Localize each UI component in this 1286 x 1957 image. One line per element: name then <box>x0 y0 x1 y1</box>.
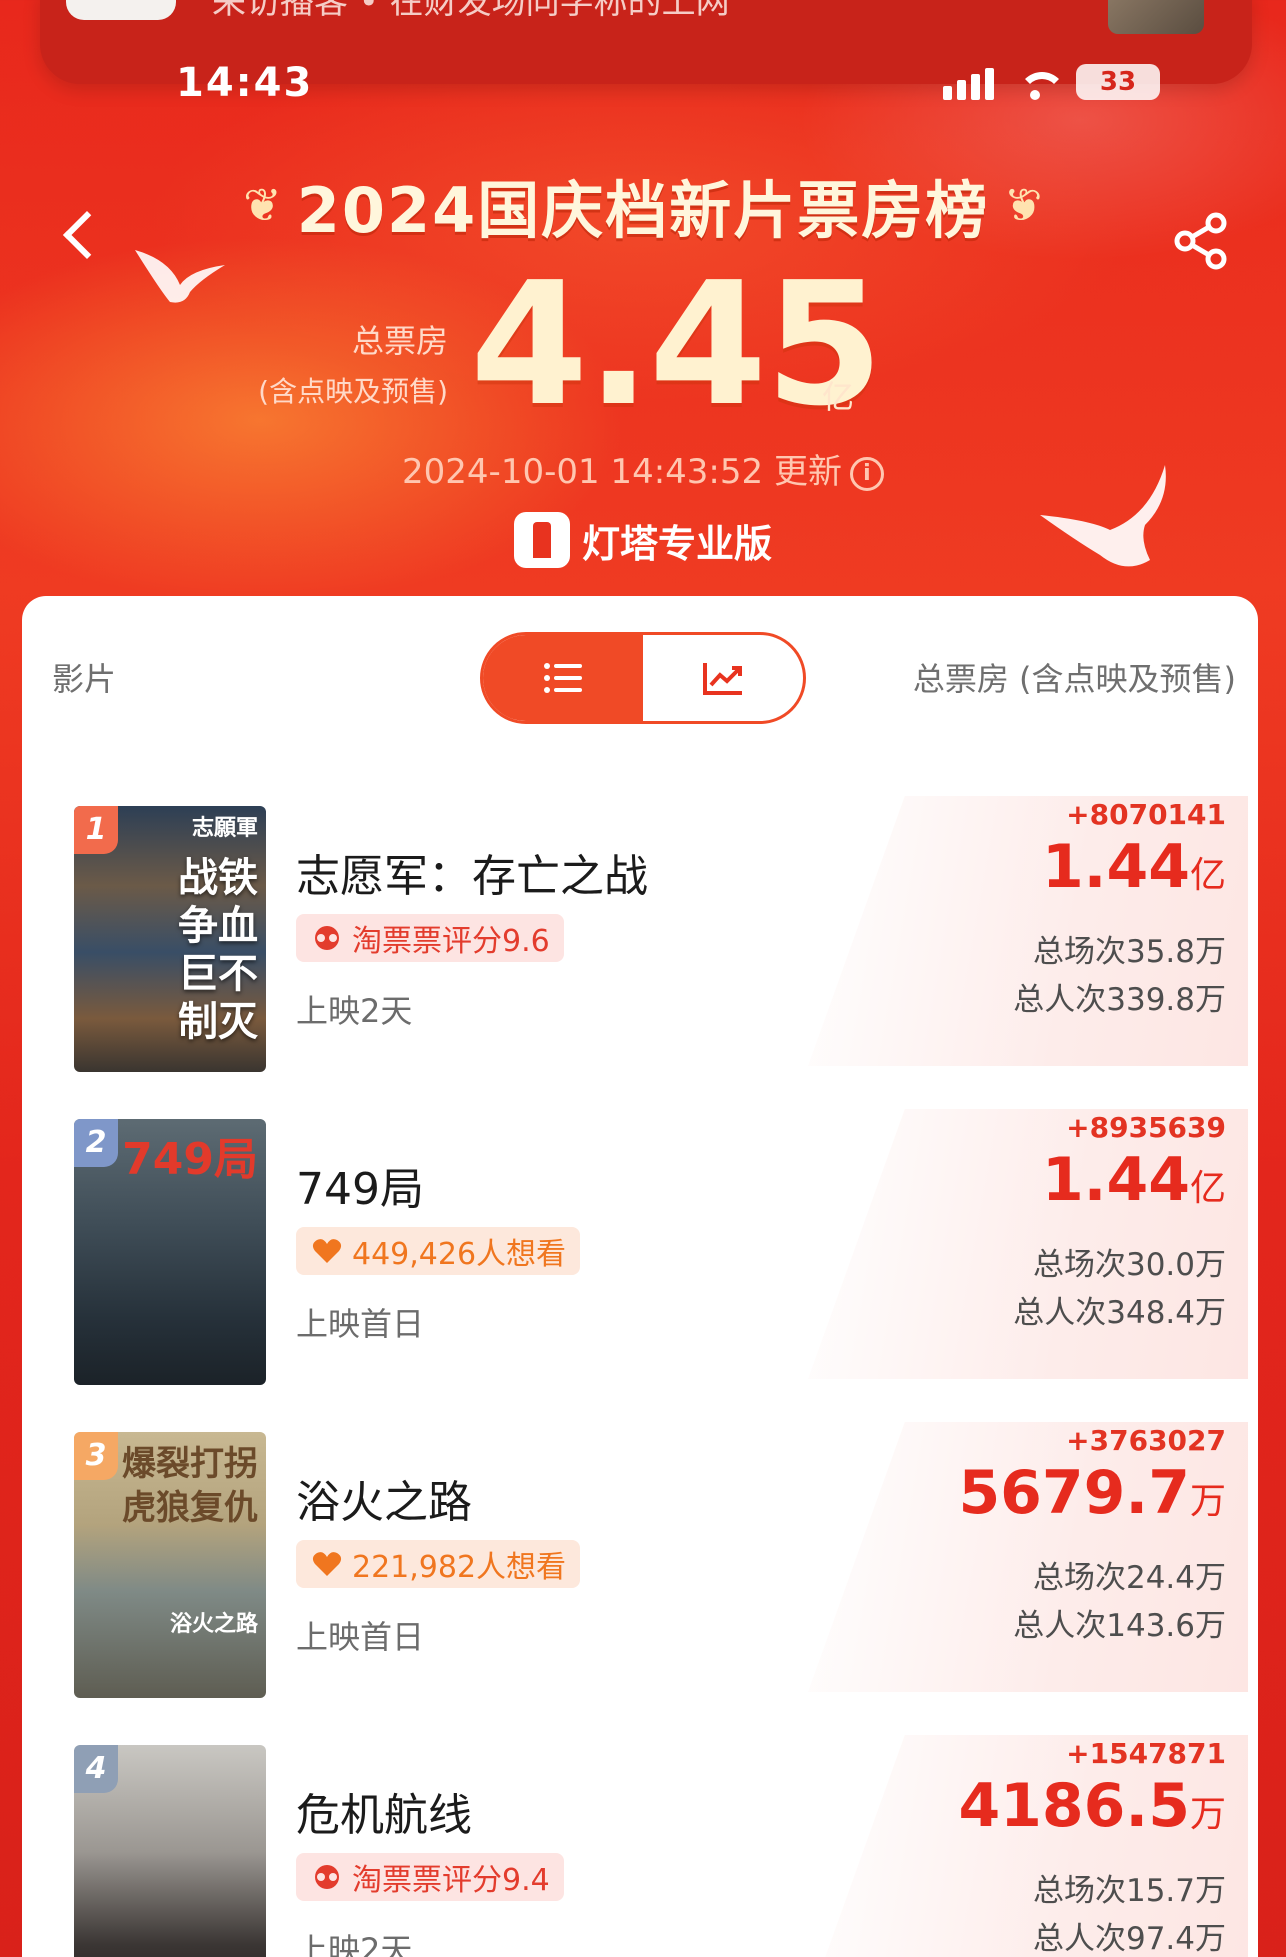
total-box-office-label: 总票房 (含点映及预售) <box>258 316 448 410</box>
movie-row[interactable]: 749局 2 749局 449,426人想看 上映首日 +8935639 1.4… <box>52 1109 1248 1385</box>
poster-text: 爆裂打拐 虎狼复仇 <box>122 1444 258 1528</box>
total-box-office-unit: 亿 <box>822 378 855 416</box>
view-toggle <box>480 632 806 724</box>
total-shows: 总场次30.0万 <box>1032 1247 1226 1283</box>
movie-tag: 淘票票评分9.6 <box>296 914 564 962</box>
realtime-increase: +1547871 <box>1066 1737 1226 1770</box>
info-icon[interactable]: i <box>849 456 884 491</box>
movie-tag: 221,982人想看 <box>296 1540 581 1588</box>
poster-logo: 志願軍 <box>191 816 258 841</box>
status-time: 14:43 <box>176 60 314 106</box>
movie-gross-value: 1.44 <box>1041 1145 1190 1215</box>
movie-gross: 1.44亿 <box>1042 832 1226 902</box>
movie-title[interactable]: 浴火之路 <box>296 1466 472 1530</box>
rank-badge: 4 <box>74 1745 118 1793</box>
release-days: 上映2天 <box>296 992 413 1030</box>
glasses-icon <box>315 1865 339 1889</box>
film-column-header: 影片 <box>52 660 117 698</box>
total-label: 总票房 <box>351 322 448 360</box>
poster-logo: 浴火之路 <box>169 1612 258 1637</box>
total-shows: 总场次35.8万 <box>1032 934 1226 970</box>
heart-icon <box>312 1239 342 1263</box>
movie-gross: 5679.7万 <box>958 1458 1226 1528</box>
laurel-right-icon: ❦ <box>1004 178 1043 232</box>
total-admissions: 总人次143.6万 <box>1013 1608 1226 1644</box>
movie-gross-unit: 亿 <box>1189 855 1226 896</box>
movie-title[interactable]: 749局 <box>296 1153 424 1217</box>
total-sublabel: (含点映及预售) <box>258 375 448 408</box>
movie-poster[interactable]: 749局 2 <box>74 1119 266 1385</box>
realtime-increase: +8935639 <box>1066 1111 1226 1144</box>
movie-row[interactable]: 爆裂打拐 虎狼复仇 浴火之路 3 浴火之路 221,982人想看 上映首日 +3… <box>52 1422 1248 1698</box>
list-icon <box>544 663 582 693</box>
list-view-button[interactable] <box>483 635 643 721</box>
movie-gross-value: 1.44 <box>1041 832 1190 902</box>
movie-gross: 4186.5万 <box>958 1771 1226 1841</box>
rank-badge: 3 <box>74 1432 118 1480</box>
rank-badge: 1 <box>74 806 118 854</box>
laurel-left-icon: ❦ <box>243 178 282 232</box>
total-shows: 总场次24.4万 <box>1032 1560 1226 1596</box>
total-shows: 总场次15.7万 <box>1032 1873 1226 1909</box>
movie-row[interactable]: 战铁 争血 巨不 制灭 志願軍 1 志愿军：存亡之战 淘票票评分9.6 上映2天… <box>52 796 1248 1072</box>
total-box-office-value: 4.45 <box>470 246 883 444</box>
trend-chart-icon <box>703 663 742 695</box>
poster-logo: 749局 <box>122 1134 258 1185</box>
total-admissions: 总人次97.4万 <box>1032 1921 1226 1957</box>
status-icons: 33 <box>943 64 1160 100</box>
movie-tag: 淘票票评分9.4 <box>296 1853 564 1901</box>
movie-title[interactable]: 危机航线 <box>296 1779 472 1843</box>
notification-app-icon <box>66 0 176 20</box>
glasses-icon <box>315 926 339 950</box>
dove-icon <box>1030 460 1180 580</box>
rank-badge: 2 <box>74 1119 118 1167</box>
box-office-list-card: 影片 总票房 (含点映及预售) 战铁 争血 巨不 制灭 志願軍 1 志愿军：存亡… <box>22 596 1258 1957</box>
update-time-text: 2024-10-01 14:43:52 更新 <box>402 452 842 492</box>
realtime-increase: +8070141 <box>1066 798 1226 831</box>
wifi-icon <box>1016 70 1066 100</box>
box-office-column-header: 总票房 (含点映及预售) <box>912 660 1236 698</box>
heart-icon <box>312 1552 342 1576</box>
movie-gross-unit: 万 <box>1189 1794 1226 1835</box>
movie-gross-value: 4186.5 <box>958 1771 1190 1841</box>
notification-text: 采访播客 • 在财发场同学称的上网 <box>212 0 730 22</box>
movie-tag-text: 449,426人想看 <box>352 1237 567 1272</box>
page-title: 2024国庆档新片票房榜 <box>296 174 990 247</box>
movie-title[interactable]: 志愿军：存亡之战 <box>296 840 648 904</box>
brand-name: 灯塔专业版 <box>581 521 772 566</box>
movie-poster[interactable]: 爆裂打拐 虎狼复仇 浴火之路 3 <box>74 1432 266 1698</box>
battery-indicator: 33 <box>1076 64 1160 100</box>
total-admissions: 总人次339.8万 <box>1013 982 1226 1018</box>
movie-row[interactable]: 4 危机航线 淘票票评分9.4 上映2天 +1547871 4186.5万 总场… <box>52 1735 1248 1957</box>
release-days: 上映首日 <box>296 1305 425 1343</box>
movie-poster[interactable]: 战铁 争血 巨不 制灭 志願軍 1 <box>74 806 266 1072</box>
lighthouse-icon <box>513 512 570 568</box>
dove-icon <box>130 230 230 310</box>
notification-thumbnail <box>1108 0 1204 34</box>
movie-tag: 449,426人想看 <box>296 1227 581 1275</box>
movie-gross: 1.44亿 <box>1042 1145 1226 1215</box>
movie-tag-text: 淘票票评分9.6 <box>352 924 550 959</box>
realtime-increase: +3763027 <box>1066 1424 1226 1457</box>
release-days: 上映2天 <box>296 1931 413 1957</box>
chart-view-button[interactable] <box>643 635 803 721</box>
movie-gross-unit: 万 <box>1189 1481 1226 1522</box>
movie-gross-unit: 亿 <box>1189 1168 1226 1209</box>
movie-tag-text: 淘票票评分9.4 <box>352 1863 550 1898</box>
movie-tag-text: 221,982人想看 <box>352 1550 567 1585</box>
total-admissions: 总人次348.4万 <box>1013 1295 1226 1331</box>
poster-text: 战铁 争血 巨不 制灭 <box>178 855 258 1045</box>
release-days: 上映首日 <box>296 1618 425 1656</box>
signal-icon <box>943 64 994 100</box>
movie-gross-value: 5679.7 <box>958 1458 1190 1528</box>
movie-poster[interactable]: 4 <box>74 1745 266 1957</box>
